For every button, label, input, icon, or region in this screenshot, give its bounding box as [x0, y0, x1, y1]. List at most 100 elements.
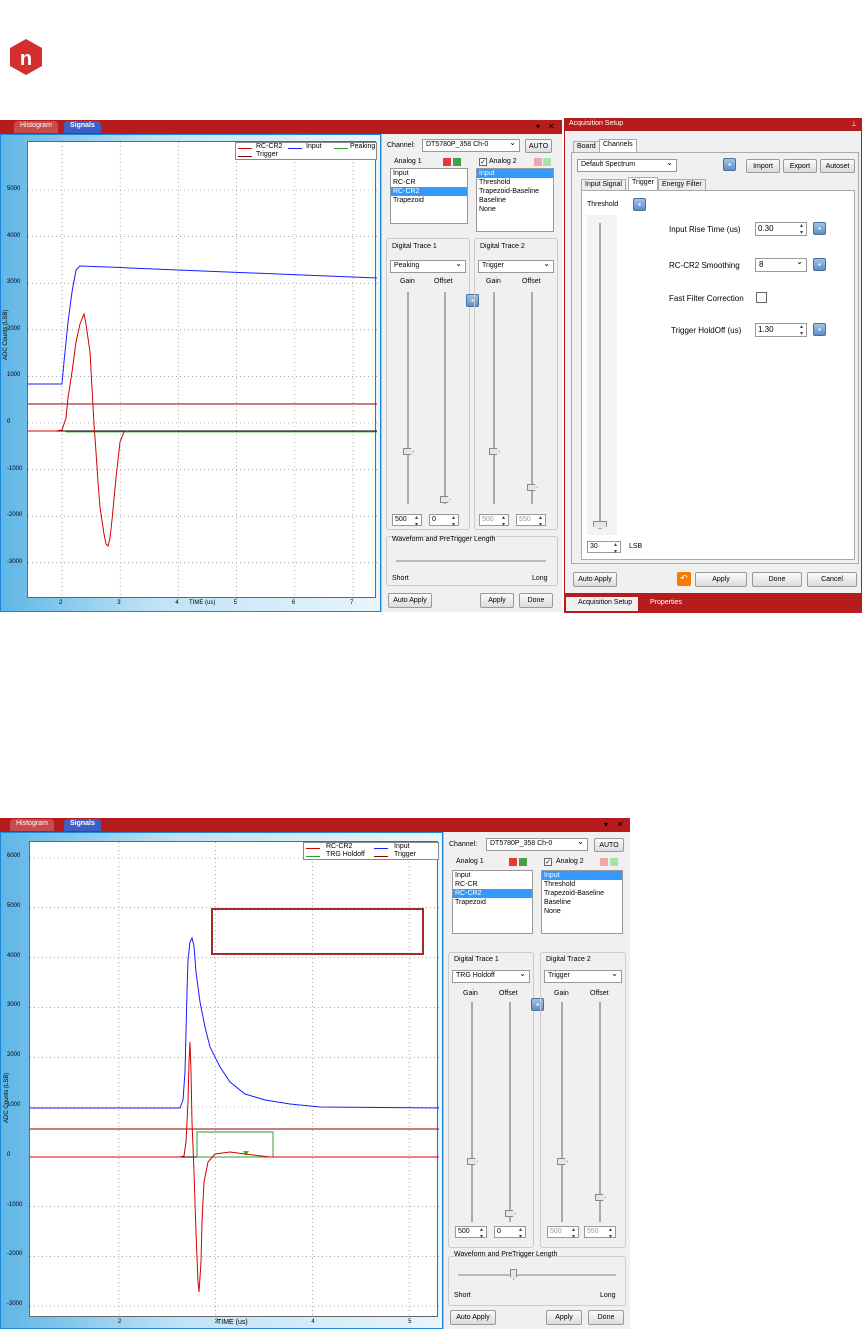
- d2-gain-spin[interactable]: 500: [547, 1226, 579, 1240]
- d1-gain-slider[interactable]: [407, 292, 409, 504]
- d2-gain-slider[interactable]: [493, 292, 495, 504]
- d1-gain-spin[interactable]: 500: [455, 1226, 487, 1240]
- d1-offset-slider[interactable]: [509, 1002, 511, 1222]
- lock-icon[interactable]: ▪: [723, 158, 736, 171]
- analog2-listbox[interactable]: Input Threshold Trapezoid-Baseline Baseline…: [476, 168, 554, 232]
- auto-button[interactable]: AUTO: [594, 838, 624, 852]
- fast-filter-checkbox[interactable]: [756, 292, 767, 303]
- analog1-listbox[interactable]: Input RC-CR RC-CR2 Trapezoid: [452, 870, 533, 934]
- analog2-checkbox[interactable]: ✓: [544, 858, 552, 866]
- pin-icon[interactable]: ⊥: [851, 120, 857, 128]
- export-button[interactable]: Export: [783, 159, 817, 173]
- tab-histogram[interactable]: Histogram: [14, 121, 58, 133]
- list-item[interactable]: None: [477, 205, 553, 214]
- list-item[interactable]: Baseline: [542, 898, 622, 907]
- threshold-slider[interactable]: [599, 223, 601, 529]
- tab-channels[interactable]: Channels: [599, 139, 637, 152]
- list-item[interactable]: Input: [477, 169, 553, 178]
- acq-auto-apply-button[interactable]: Auto Apply: [573, 572, 617, 587]
- tab-acquisition-setup[interactable]: Acquisition Setup: [566, 597, 638, 611]
- import-button[interactable]: Import: [746, 159, 780, 173]
- d1-gain-slider[interactable]: [471, 1002, 473, 1222]
- waveform-slider[interactable]: [396, 560, 546, 562]
- auto-button[interactable]: AUTO: [525, 139, 552, 153]
- smoothing-select[interactable]: 8: [755, 258, 807, 272]
- lock-icon[interactable]: ▪: [813, 222, 826, 235]
- list-item[interactable]: Input: [391, 169, 467, 178]
- list-item[interactable]: RC-CR: [391, 178, 467, 187]
- d2-gain-slider[interactable]: [561, 1002, 563, 1222]
- digital2-select[interactable]: Trigger: [478, 260, 554, 273]
- list-item[interactable]: RC-CR2: [453, 889, 532, 898]
- analog1-color-green[interactable]: [453, 158, 461, 166]
- analog1-listbox[interactable]: Input RC-CR RC-CR2 Trapezoid: [390, 168, 468, 224]
- list-item[interactable]: Threshold: [542, 880, 622, 889]
- digital1-select[interactable]: TRG Holdoff: [452, 970, 530, 983]
- d2-offset-slider[interactable]: [531, 292, 533, 504]
- analog1-color-green[interactable]: [519, 858, 527, 866]
- analog2-color-green[interactable]: [610, 858, 618, 866]
- done-button[interactable]: Done: [588, 1310, 624, 1325]
- d1-offset-slider[interactable]: [444, 292, 446, 504]
- acq-done-button[interactable]: Done: [752, 572, 802, 587]
- list-item[interactable]: None: [542, 907, 622, 916]
- apply-button[interactable]: Apply: [546, 1310, 582, 1325]
- undo-icon[interactable]: ↶: [677, 572, 691, 586]
- tab-signals[interactable]: Signals: [64, 819, 101, 831]
- list-item[interactable]: Trapezoid: [453, 898, 532, 907]
- digital1-select[interactable]: Peaking: [390, 260, 466, 273]
- done-button[interactable]: Done: [519, 593, 553, 608]
- analog2-listbox[interactable]: Input Threshold Trapezoid-Baseline Baseline…: [541, 870, 623, 934]
- analog1-color-red[interactable]: [443, 158, 451, 166]
- d1-gain-spin[interactable]: 500: [392, 514, 422, 528]
- auto-apply-button[interactable]: Auto Apply: [388, 593, 432, 608]
- list-item[interactable]: Baseline: [477, 196, 553, 205]
- d1-offset-spin[interactable]: 0: [494, 1226, 526, 1240]
- lock-icon[interactable]: ▪: [633, 198, 646, 211]
- list-item[interactable]: Trapezoid-Baseline: [477, 187, 553, 196]
- d2-offset-spin[interactable]: 550: [516, 514, 546, 528]
- d2-offset-spin[interactable]: 550: [584, 1226, 616, 1240]
- lock-icon[interactable]: ▪: [813, 323, 826, 336]
- close-icon[interactable]: ✕: [617, 820, 624, 829]
- apply-button[interactable]: Apply: [480, 593, 514, 608]
- analog2-color-red[interactable]: [534, 158, 542, 166]
- d2-gain-spin[interactable]: 500: [479, 514, 509, 528]
- d1-offset-spin[interactable]: 0: [429, 514, 459, 528]
- tab-histogram[interactable]: Histogram: [10, 819, 54, 831]
- threshold-spin[interactable]: 30: [587, 541, 621, 555]
- list-item[interactable]: RC-CR: [453, 880, 532, 889]
- close-icon[interactable]: ✕: [548, 122, 555, 131]
- acq-cancel-button[interactable]: Cancel: [807, 572, 857, 587]
- pin-dropdown-icon[interactable]: ▾: [604, 820, 608, 829]
- channel-select[interactable]: DT5780P_358 Ch-0: [486, 838, 588, 851]
- d2-offset-slider[interactable]: [599, 1002, 601, 1222]
- preset-select[interactable]: Default Spectrum: [577, 159, 677, 172]
- list-item[interactable]: Trapezoid: [391, 196, 467, 205]
- holdoff-spin[interactable]: 1.30: [755, 323, 807, 337]
- auto-apply-button[interactable]: Auto Apply: [450, 1310, 496, 1325]
- list-item[interactable]: RC-CR2: [391, 187, 467, 196]
- lock-icon[interactable]: ▪: [813, 258, 826, 271]
- acq-apply-button[interactable]: Apply: [695, 572, 747, 587]
- tab-trigger[interactable]: Trigger: [628, 177, 658, 190]
- tab-input-signal[interactable]: Input Signal: [581, 179, 626, 190]
- list-item[interactable]: Input: [542, 871, 622, 880]
- analog2-color-green[interactable]: [543, 158, 551, 166]
- analog1-color-red[interactable]: [509, 858, 517, 866]
- pin-dropdown-icon[interactable]: ▾: [536, 122, 540, 131]
- tab-signals[interactable]: Signals: [64, 121, 101, 133]
- autoset-button[interactable]: Autoset: [820, 159, 855, 173]
- list-item[interactable]: Threshold: [477, 178, 553, 187]
- waveform-slider[interactable]: [458, 1274, 616, 1276]
- rise-time-spin[interactable]: 0.30: [755, 222, 807, 236]
- channel-select[interactable]: DT5780P_358 Ch-0: [422, 139, 520, 152]
- digital2-select[interactable]: Trigger: [544, 970, 622, 983]
- analog2-checkbox[interactable]: ✓: [479, 158, 487, 166]
- tab-board[interactable]: Board: [573, 141, 600, 152]
- list-item[interactable]: Input: [453, 871, 532, 880]
- list-item[interactable]: Trapezoid-Baseline: [542, 889, 622, 898]
- analog2-color-red[interactable]: [600, 858, 608, 866]
- tab-energy-filter[interactable]: Energy Filter: [658, 179, 706, 190]
- tab-properties[interactable]: Properties: [650, 599, 682, 606]
